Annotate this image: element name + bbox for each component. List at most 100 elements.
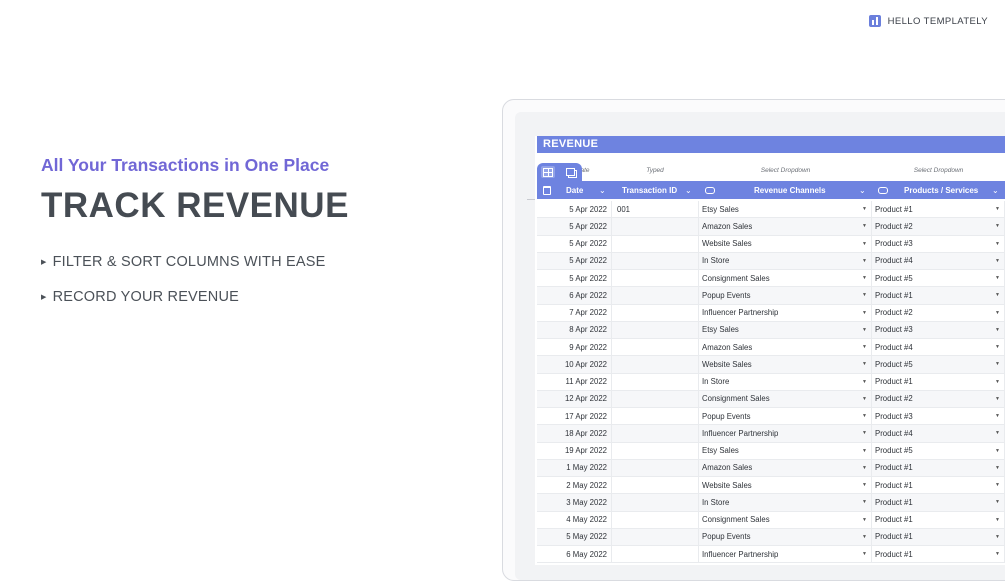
cell-product[interactable]: Product #1 ▼: [872, 287, 1005, 304]
cell-transaction-id[interactable]: 001: [612, 201, 699, 218]
cell-date[interactable]: 6 Apr 2022: [537, 287, 612, 304]
table-row[interactable]: 5 Apr 2022 Consignment Sales ▼ Product #5 ▼: [537, 270, 1005, 288]
dropdown-caret-icon[interactable]: ▼: [995, 310, 1000, 316]
cell-product[interactable]: Product #1 ▼: [872, 511, 1005, 528]
dropdown-caret-icon[interactable]: ▼: [862, 465, 867, 471]
cell-date[interactable]: 10 Apr 2022: [537, 356, 612, 373]
cell-revenue-channel[interactable]: In Store ▼: [699, 252, 872, 269]
table-row[interactable]: 8 Apr 2022 Etsy Sales ▼ Product #3 ▼: [537, 321, 1005, 339]
table-row[interactable]: 12 Apr 2022 Consignment Sales ▼ Product #2 ▼: [537, 390, 1005, 408]
dropdown-caret-icon[interactable]: ▼: [995, 499, 1000, 505]
table-row[interactable]: 5 Apr 2022 001 Etsy Sales ▼ Product #1 ▼: [537, 201, 1005, 219]
table-row[interactable]: 7 Apr 2022 Influencer Partnership ▼ Product…: [537, 304, 1005, 322]
cell-date[interactable]: 17 Apr 2022: [537, 408, 612, 425]
dropdown-caret-icon[interactable]: ▼: [995, 379, 1000, 385]
cell-revenue-channel[interactable]: Website Sales ▼: [699, 235, 872, 252]
chevron-down-icon[interactable]: ⌄: [859, 181, 866, 199]
cell-product[interactable]: Product #2 ▼: [872, 390, 1005, 407]
cell-product[interactable]: Product #1 ▼: [872, 201, 1005, 218]
cell-product[interactable]: Product #4 ▼: [872, 252, 1005, 269]
dropdown-caret-icon[interactable]: ▼: [995, 517, 1000, 523]
table-row[interactable]: 5 Apr 2022 Amazon Sales ▼ Product #2 ▼: [537, 218, 1005, 236]
cell-revenue-channel[interactable]: Amazon Sales ▼: [699, 459, 872, 476]
cell-revenue-channel[interactable]: In Store ▼: [699, 373, 872, 390]
table-row[interactable]: 5 Apr 2022 Website Sales ▼ Product #3 ▼: [537, 235, 1005, 253]
cell-revenue-channel[interactable]: Influencer Partnership ▼: [699, 304, 872, 321]
dropdown-caret-icon[interactable]: ▼: [995, 551, 1000, 557]
dropdown-caret-icon[interactable]: ▼: [862, 361, 867, 367]
cell-date[interactable]: 5 Apr 2022: [537, 235, 612, 252]
cell-revenue-channel[interactable]: Etsy Sales ▼: [699, 201, 872, 218]
dropdown-caret-icon[interactable]: ▼: [995, 465, 1000, 471]
gallery-view-button[interactable]: [564, 166, 578, 178]
dropdown-caret-icon[interactable]: ▼: [862, 241, 867, 247]
cell-product[interactable]: Product #1 ▼: [872, 373, 1005, 390]
cell-revenue-channel[interactable]: Influencer Partnership ▼: [699, 546, 872, 563]
cell-date[interactable]: 1 May 2022: [537, 459, 612, 476]
cell-product[interactable]: Product #5 ▼: [872, 356, 1005, 373]
column-header-revenue-channels[interactable]: Revenue Channels: [754, 181, 826, 199]
table-row[interactable]: 19 Apr 2022 Etsy Sales ▼ Product #5 ▼: [537, 442, 1005, 460]
cell-date[interactable]: 5 Apr 2022: [537, 252, 612, 269]
dropdown-caret-icon[interactable]: ▼: [862, 413, 867, 419]
column-header-date[interactable]: Date: [566, 181, 583, 199]
cell-date[interactable]: 9 Apr 2022: [537, 339, 612, 356]
cell-product[interactable]: Product #1 ▼: [872, 528, 1005, 545]
cell-product[interactable]: Product #1 ▼: [872, 477, 1005, 494]
cell-product[interactable]: Product #4 ▼: [872, 425, 1005, 442]
dropdown-caret-icon[interactable]: ▼: [862, 258, 867, 264]
column-header-transaction-id[interactable]: Transaction ID: [622, 181, 677, 199]
cell-transaction-id[interactable]: [612, 477, 699, 494]
cell-product[interactable]: Product #1 ▼: [872, 546, 1005, 563]
dropdown-caret-icon[interactable]: ▼: [862, 275, 867, 281]
cell-date[interactable]: 4 May 2022: [537, 511, 612, 528]
cell-product[interactable]: Product #1 ▼: [872, 459, 1005, 476]
cell-transaction-id[interactable]: [612, 511, 699, 528]
cell-date[interactable]: 5 Apr 2022: [537, 270, 612, 287]
chevron-down-icon[interactable]: ⌄: [685, 181, 692, 199]
cell-revenue-channel[interactable]: Etsy Sales ▼: [699, 442, 872, 459]
cell-revenue-channel[interactable]: Amazon Sales ▼: [699, 218, 872, 235]
table-row[interactable]: 4 May 2022 Consignment Sales ▼ Product #1 ▼: [537, 511, 1005, 529]
dropdown-caret-icon[interactable]: ▼: [995, 430, 1000, 436]
cell-revenue-channel[interactable]: Consignment Sales ▼: [699, 390, 872, 407]
cell-product[interactable]: Product #2 ▼: [872, 304, 1005, 321]
dropdown-caret-icon[interactable]: ▼: [995, 396, 1000, 402]
cell-date[interactable]: 19 Apr 2022: [537, 442, 612, 459]
cell-product[interactable]: Product #1 ▼: [872, 494, 1005, 511]
dropdown-caret-icon[interactable]: ▼: [862, 379, 867, 385]
cell-revenue-channel[interactable]: Consignment Sales ▼: [699, 270, 872, 287]
cell-transaction-id[interactable]: [612, 528, 699, 545]
cell-transaction-id[interactable]: [612, 373, 699, 390]
cell-transaction-id[interactable]: [612, 270, 699, 287]
dropdown-caret-icon[interactable]: ▼: [995, 206, 1000, 212]
dropdown-caret-icon[interactable]: ▼: [995, 292, 1000, 298]
table-row[interactable]: 2 May 2022 Website Sales ▼ Product #1 ▼: [537, 477, 1005, 495]
dropdown-caret-icon[interactable]: ▼: [995, 413, 1000, 419]
grid-view-button[interactable]: [541, 166, 556, 178]
cell-transaction-id[interactable]: [612, 252, 699, 269]
cell-product[interactable]: Product #3 ▼: [872, 321, 1005, 338]
cell-product[interactable]: Product #4 ▼: [872, 339, 1005, 356]
dropdown-caret-icon[interactable]: ▼: [995, 223, 1000, 229]
table-row[interactable]: 11 Apr 2022 In Store ▼ Product #1 ▼: [537, 373, 1005, 391]
cell-product[interactable]: Product #5 ▼: [872, 270, 1005, 287]
cell-date[interactable]: 7 Apr 2022: [537, 304, 612, 321]
table-row[interactable]: 1 May 2022 Amazon Sales ▼ Product #1 ▼: [537, 459, 1005, 477]
cell-date[interactable]: 5 May 2022: [537, 528, 612, 545]
dropdown-caret-icon[interactable]: ▼: [995, 534, 1000, 540]
cell-date[interactable]: 5 Apr 2022: [537, 218, 612, 235]
dropdown-caret-icon[interactable]: ▼: [862, 534, 867, 540]
dropdown-caret-icon[interactable]: ▼: [995, 241, 1000, 247]
cell-transaction-id[interactable]: [612, 339, 699, 356]
dropdown-caret-icon[interactable]: ▼: [862, 292, 867, 298]
dropdown-caret-icon[interactable]: ▼: [862, 482, 867, 488]
cell-revenue-channel[interactable]: In Store ▼: [699, 494, 872, 511]
table-row[interactable]: 6 May 2022 Influencer Partnership ▼ Product…: [537, 546, 1005, 564]
cell-transaction-id[interactable]: [612, 356, 699, 373]
cell-date[interactable]: 3 May 2022: [537, 494, 612, 511]
cell-date[interactable]: 2 May 2022: [537, 477, 612, 494]
cell-transaction-id[interactable]: [612, 425, 699, 442]
table-row[interactable]: 6 Apr 2022 Popup Events ▼ Product #1 ▼: [537, 287, 1005, 305]
cell-product[interactable]: Product #5 ▼: [872, 442, 1005, 459]
